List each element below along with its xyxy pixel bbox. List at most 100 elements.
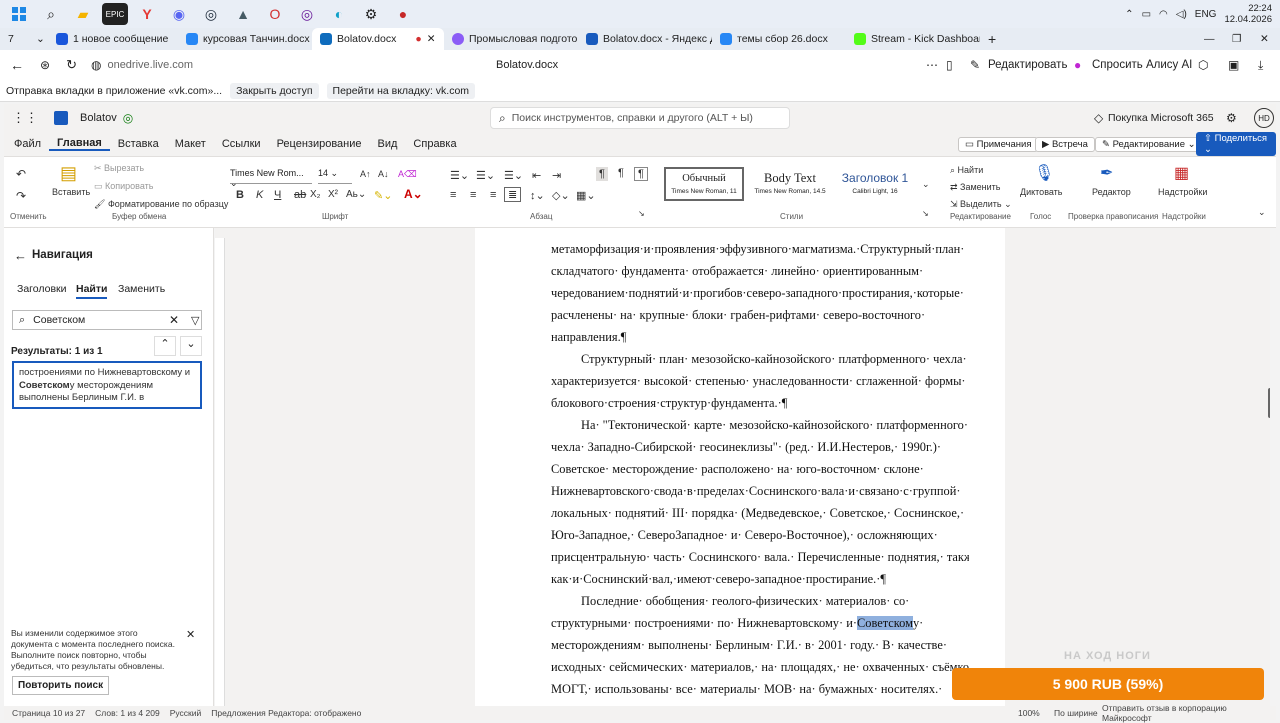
bullets-icon[interactable]: ☰⌄	[450, 169, 469, 182]
tab-references[interactable]: Ссылки	[214, 138, 269, 150]
app-icon[interactable]: ▲	[230, 3, 256, 25]
addins-icon[interactable]: ▦	[1174, 163, 1189, 183]
fit-width[interactable]: По ширине	[1054, 708, 1098, 718]
format-painter-button[interactable]: 🖌 Форматирование по образцу	[94, 199, 228, 210]
url-text[interactable]: onedrive.live.com	[107, 59, 193, 71]
language[interactable]: Русский	[170, 708, 202, 718]
rtl-icon[interactable]: ¶	[618, 167, 624, 179]
nav-tab-replace[interactable]: Заменить	[118, 283, 165, 295]
tab-layout[interactable]: Макет	[167, 138, 214, 150]
decrease-indent-icon[interactable]: ⇤	[532, 169, 541, 182]
new-tab-icon[interactable]: +	[980, 28, 1004, 50]
multilevel-icon[interactable]: ☰⌄	[504, 169, 523, 182]
document-line[interactable]: расчленены· на· крупные· блоки· грабен-р…	[551, 308, 969, 323]
close-icon[interactable]: ✕	[427, 33, 436, 45]
opera-icon[interactable]: O	[262, 3, 288, 25]
feedback-link[interactable]: Отправить отзыв в корпорацию Майкрософт	[1102, 703, 1276, 723]
reload-icon[interactable]: ↻	[66, 57, 77, 73]
prev-result-button[interactable]: ⌃	[154, 336, 176, 356]
go-to-tab-button[interactable]: Перейти на вкладку: vk.com	[326, 82, 476, 99]
promo-banner[interactable]: 5 900 RUB (59%)	[952, 668, 1264, 700]
nav-search-input[interactable]: ⌕ Советском ✕ ▽	[12, 310, 202, 330]
avatar[interactable]: HD	[1254, 108, 1274, 128]
app-ring-icon[interactable]: ◎	[294, 3, 320, 25]
document-line[interactable]: складчатого· фундамента· отображается· л…	[551, 264, 969, 279]
share-button[interactable]: ⇧ Поделиться ⌄	[1196, 132, 1276, 156]
search-result-item[interactable]: построениями по Нижневартовскому и Совет…	[12, 361, 202, 409]
highlight-icon[interactable]: ✎⌄	[374, 189, 392, 202]
editor-pen-icon[interactable]: ✒	[1100, 163, 1113, 183]
search-box[interactable]: ⌕ Поиск инструментов, справки и другого …	[490, 107, 790, 129]
notice-close-icon[interactable]: ✕	[186, 628, 195, 641]
epic-games-icon[interactable]: EPIC	[102, 3, 128, 25]
restore-icon[interactable]: ❐	[1224, 28, 1249, 50]
document-line[interactable]: Нижневартовского·свода·в·пределах·Соснин…	[551, 484, 969, 499]
browser-tab[interactable]: Bolatov.docx - Яндекс До	[578, 28, 712, 50]
paste-button[interactable]: Вставить	[52, 187, 90, 197]
edge-icon[interactable]: ◐	[326, 3, 352, 25]
styles-launcher-icon[interactable]: ↘	[922, 209, 929, 218]
style-heading1[interactable]: Заголовок 1 Calibri Light, 16	[834, 167, 916, 201]
document-line[interactable]: Юго-Западное,· СевероЗападное· и· Северо…	[551, 528, 969, 543]
superscript-icon[interactable]: X²	[328, 189, 338, 200]
volume-icon[interactable]: ◁)	[1176, 9, 1187, 20]
tab-insert[interactable]: Вставка	[110, 138, 167, 150]
zoom-level[interactable]: 100%	[1018, 708, 1040, 718]
justify-icon[interactable]: ≣	[504, 187, 522, 202]
editor-button[interactable]: Редактор	[1092, 187, 1131, 197]
increase-indent-icon[interactable]: ⇥	[552, 169, 561, 182]
wifi-icon[interactable]: ◠	[1159, 9, 1168, 20]
underline-icon[interactable]: Ч	[274, 189, 281, 201]
numbering-icon[interactable]: ☰⌄	[476, 169, 495, 182]
comments-button[interactable]: ▭ Примечания	[958, 136, 1039, 152]
meeting-button[interactable]: ▶ Встреча	[1035, 136, 1095, 152]
styles-more-icon[interactable]: ⌄	[922, 179, 930, 190]
tab-help[interactable]: Справка	[405, 138, 464, 150]
document-name[interactable]: Bolatov	[80, 112, 117, 124]
search-match-highlight[interactable]: Советском	[856, 616, 913, 630]
search-icon[interactable]: ⌕	[38, 3, 64, 25]
document-line[interactable]: направления.¶	[551, 330, 969, 345]
repeat-search-button[interactable]: Повторить поиск	[12, 676, 110, 695]
next-result-button[interactable]: ⌄	[180, 336, 202, 356]
browser-tab[interactable]: темы сбор 26.docx	[712, 28, 846, 50]
clear-search-icon[interactable]: ✕	[169, 313, 179, 327]
document-line[interactable]: месторождениям· выполнены· Берлиным· Г.И…	[551, 638, 969, 653]
bookmark-icon[interactable]: ▯	[946, 58, 953, 72]
dictate-button[interactable]: Диктовать	[1020, 187, 1063, 197]
document-line[interactable]: Последние· обобщения· геолого-физических…	[581, 594, 969, 609]
document-line[interactable]: структурными· построениями· по· Нижневар…	[551, 616, 969, 631]
tab-home[interactable]: Главная	[49, 137, 110, 151]
align-left-icon[interactable]: ≡	[450, 189, 456, 201]
discord-icon[interactable]: ◉	[166, 3, 192, 25]
paste-icon[interactable]: ▤	[60, 163, 77, 184]
document-line[interactable]: локальных· поднятий· III· порядка· (Медв…	[551, 506, 969, 521]
document-line[interactable]: чехла· Западно-Сибирской· геосинеклизы"·…	[551, 440, 969, 455]
edit-pencil-icon[interactable]: ✎	[970, 58, 980, 72]
grow-font-icon[interactable]: A↑	[360, 169, 371, 179]
align-right-icon[interactable]: ≡	[490, 189, 496, 201]
document-line[interactable]: Советское· месторождение· расположено· н…	[551, 462, 969, 477]
editor-suggestions[interactable]: Предложения Редактора: отображено	[211, 708, 361, 718]
document-line[interactable]: блокового·строения·структур·фундамента.·…	[551, 396, 969, 411]
bold-icon[interactable]: B	[236, 189, 244, 201]
ribbon-collapse-icon[interactable]: ⌄	[1258, 207, 1266, 218]
page-count[interactable]: Страница 10 из 27	[12, 708, 85, 718]
ltr-icon[interactable]: ¶	[596, 167, 608, 181]
addins-button[interactable]: Надстройки	[1158, 187, 1207, 197]
browser-tab[interactable]: курсовая Танчин.docx	[178, 28, 312, 50]
clock[interactable]: 22:24 12.04.2026	[1224, 3, 1272, 25]
paragraph-launcher-icon[interactable]: ↘	[638, 209, 645, 218]
collections-icon[interactable]: ▣	[1228, 58, 1239, 72]
undo-icon[interactable]: ↶	[16, 167, 26, 181]
tab-review[interactable]: Рецензирование	[269, 138, 370, 150]
find-button[interactable]: ⌕ Найти	[950, 165, 983, 176]
browser-tab[interactable]: 1 новое сообщение	[48, 28, 178, 50]
battery-icon[interactable]: ▭	[1142, 9, 1151, 20]
nav-tab-find[interactable]: Найти	[76, 283, 108, 299]
browser-tab[interactable]: Промысловая подготовк	[444, 28, 578, 50]
borders-icon[interactable]: ▦⌄	[576, 189, 596, 202]
file-explorer-icon[interactable]: ▰	[70, 3, 96, 25]
document-line[interactable]: метаморфизация·и·проявления·эффузивного·…	[551, 242, 969, 257]
replace-button[interactable]: ⇄ Заменить	[950, 182, 1001, 193]
